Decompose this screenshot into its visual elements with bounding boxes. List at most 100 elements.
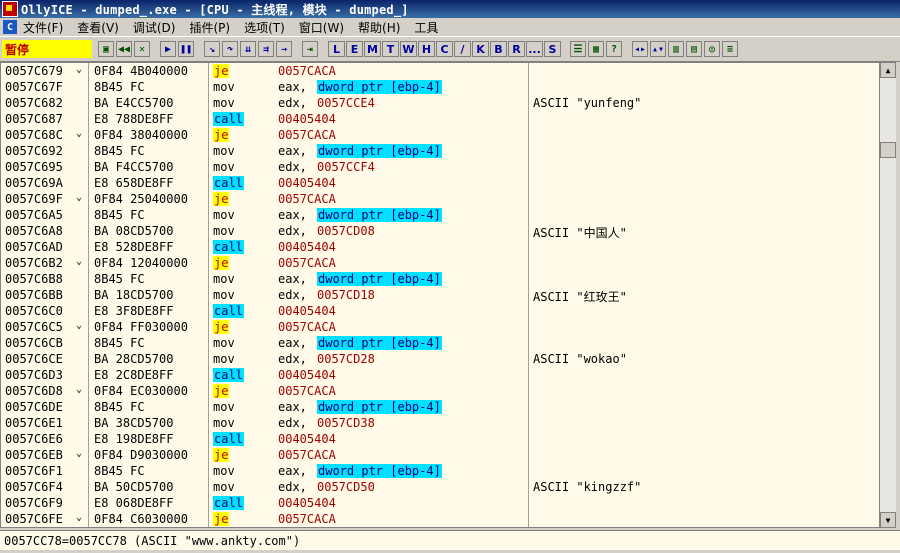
disasm-row[interactable]: 0057C6CE BA 28CD5700 mov edx, 0057CD28 ASCII … <box>1 351 879 367</box>
call-stack-window-button[interactable]: K <box>472 41 489 57</box>
mnemonic-cell: mov <box>213 464 235 478</box>
disasm-row[interactable]: 0057C6C0 E8 3F8DE8FF call 00405404 <box>1 303 879 319</box>
disasm-row[interactable]: 0057C69F ⌄ 0F84 25040000 je 0057CACA <box>1 191 879 207</box>
menu-file[interactable]: 文件(F) <box>23 19 63 36</box>
pause-icon[interactable]: ❚❚ <box>178 41 194 57</box>
operand-cell: 00405404 <box>278 112 336 126</box>
patches-window-button[interactable]: / <box>454 41 471 57</box>
menu-view[interactable]: 查看(V) <box>77 19 119 36</box>
run-icon[interactable]: ▶ <box>160 41 176 57</box>
plugin-icon-2[interactable]: ▤ <box>686 41 702 57</box>
threads-window-button[interactable]: T <box>382 41 399 57</box>
operand-cell: 0057CD28 <box>317 352 375 366</box>
disasm-row[interactable]: 0057C6EB ⌄ 0F84 D9030000 je 0057CACA <box>1 447 879 463</box>
disasm-row[interactable]: 0057C692 8B45 FC mov eax, dword ptr [ebp-4] <box>1 143 879 159</box>
address-cell: 0057C687 <box>5 112 63 126</box>
disasm-row[interactable]: 0057C6D3 E8 2C8DE8FF call 00405404 <box>1 367 879 383</box>
left-right-arrows-icon[interactable]: ◂▸ <box>632 41 648 57</box>
operand-cell: dword ptr [ebp-4] <box>317 336 442 350</box>
disasm-row[interactable]: 0057C682 BA E4CC5700 mov edx, 0057CCE4 ASCII … <box>1 95 879 111</box>
up-down-arrows-icon[interactable]: ▴▾ <box>650 41 666 57</box>
disasm-row[interactable]: 0057C6F9 E8 068DE8FF call 00405404 <box>1 495 879 511</box>
disasm-row[interactable]: 0057C6E1 BA 38CD5700 mov edx, 0057CD38 <box>1 415 879 431</box>
disasm-row[interactable]: 0057C6B8 8B45 FC mov eax, dword ptr [ebp-4] <box>1 271 879 287</box>
disassembly-pane[interactable]: 0057C679 ⌄ 0F84 4B040000 je 0057CACA 0057C67F… <box>0 62 880 528</box>
address-cell: 0057C692 <box>5 144 63 158</box>
log-window-button[interactable]: L <box>328 41 345 57</box>
disasm-row[interactable]: 0057C6CB 8B45 FC mov eax, dword ptr [ebp-4] <box>1 335 879 351</box>
list-view-icon[interactable]: ☰ <box>570 41 586 57</box>
disasm-row[interactable]: 0057C67F 8B45 FC mov eax, dword ptr [ebp-4] <box>1 79 879 95</box>
handles-window-button[interactable]: H <box>418 41 435 57</box>
operand-cell: 0057CACA <box>278 320 336 334</box>
open-icon[interactable]: ▣ <box>98 41 114 57</box>
memory-window-button[interactable]: M <box>364 41 381 57</box>
address-cell: 0057C69F <box>5 192 63 206</box>
disasm-row[interactable]: 0057C6A5 8B45 FC mov eax, dword ptr [ebp-4] <box>1 207 879 223</box>
disasm-row[interactable]: 0057C6D8 ⌄ 0F84 EC030000 je 0057CACA <box>1 383 879 399</box>
trace-into-icon[interactable]: ⇊ <box>240 41 256 57</box>
close-process-icon[interactable]: ✕ <box>134 41 150 57</box>
hex-bytes-cell: 0F84 25040000 <box>94 192 188 206</box>
help-icon[interactable]: ? <box>606 41 622 57</box>
address-cell: 0057C6FE <box>5 512 63 526</box>
scroll-up-icon[interactable]: ▲ <box>880 62 896 78</box>
menu-options[interactable]: 选项(T) <box>244 19 285 36</box>
cpu-window-icon[interactable]: C <box>3 20 17 34</box>
modules-window-button[interactable]: E <box>346 41 363 57</box>
plugin-icon-1[interactable]: ▥ <box>668 41 684 57</box>
run-trace-window-button[interactable]: ... <box>526 41 543 57</box>
windows-window-button[interactable]: W <box>400 41 417 57</box>
menu-window[interactable]: 窗口(W) <box>299 19 344 36</box>
menu-plugins[interactable]: 插件(P) <box>189 19 230 36</box>
scroll-thumb[interactable] <box>880 142 896 158</box>
disasm-row[interactable]: 0057C6F1 8B45 FC mov eax, dword ptr [ebp-4] <box>1 463 879 479</box>
target-icon[interactable]: ◎ <box>704 41 720 57</box>
address-cell: 0057C6C5 <box>5 320 63 334</box>
grid-view-icon[interactable]: ▦ <box>588 41 604 57</box>
comment-cell: ASCII "kingzzf" <box>533 480 642 494</box>
disasm-row[interactable]: 0057C687 E8 788DE8FF call 00405404 <box>1 111 879 127</box>
restart-icon[interactable]: ◀◀ <box>116 41 132 57</box>
disasm-row[interactable]: 0057C6FE ⌄ 0F84 C6030000 je 0057CACA <box>1 511 879 527</box>
execute-till-return-icon[interactable]: → <box>276 41 292 57</box>
address-cell: 0057C67F <box>5 80 63 94</box>
breakpoints-window-button[interactable]: B <box>490 41 507 57</box>
disasm-row[interactable]: 0057C679 ⌄ 0F84 4B040000 je 0057CACA <box>1 63 879 79</box>
references-window-button[interactable]: R <box>508 41 525 57</box>
goto-icon[interactable]: ⇥ <box>302 41 318 57</box>
operand-cell: eax, <box>278 144 307 158</box>
menu-lines-icon[interactable]: ≡ <box>722 41 738 57</box>
disasm-row[interactable]: 0057C6DE 8B45 FC mov eax, dword ptr [ebp-4] <box>1 399 879 415</box>
disasm-row[interactable]: 0057C6BB BA 18CD5700 mov edx, 0057CD18 ASCII … <box>1 287 879 304</box>
disasm-row[interactable]: 0057C6A8 BA 08CD5700 mov edx, 0057CD08 ASCII … <box>1 223 879 240</box>
disasm-row[interactable]: 0057C6AD E8 528DE8FF call 00405404 <box>1 239 879 255</box>
vertical-scrollbar[interactable]: ▲ ▼ <box>880 62 896 528</box>
disasm-row[interactable]: 0057C695 BA F4CC5700 mov edx, 0057CCF4 <box>1 159 879 175</box>
hex-bytes-cell: E8 068DE8FF <box>94 496 174 510</box>
jump-arrow-icon: ⌄ <box>76 384 83 395</box>
cpu-window-button[interactable]: C <box>436 41 453 57</box>
hex-bytes-cell: E8 198DE8FF <box>94 432 174 446</box>
disasm-row[interactable]: 0057C6E6 E8 198DE8FF call 00405404 <box>1 431 879 447</box>
operand-cell: eax, <box>278 208 307 222</box>
jump-arrow-icon: ⌄ <box>76 64 83 75</box>
step-over-icon[interactable]: ↷ <box>222 41 238 57</box>
menu-help[interactable]: 帮助(H) <box>358 19 400 36</box>
menu-tools[interactable]: 工具 <box>414 19 438 36</box>
disasm-row[interactable]: 0057C68C ⌄ 0F84 38040000 je 0057CACA <box>1 127 879 143</box>
disasm-row[interactable]: 0057C6B2 ⌄ 0F84 12040000 je 0057CACA <box>1 255 879 271</box>
disasm-row[interactable]: 0057C6C5 ⌄ 0F84 FF030000 je 0057CACA <box>1 319 879 335</box>
trace-over-icon[interactable]: ⇉ <box>258 41 274 57</box>
address-cell: 0057C679 <box>5 64 63 78</box>
disasm-row[interactable]: 0057C6F4 BA 50CD5700 mov edx, 0057CD50 ASCII … <box>1 479 879 495</box>
step-into-icon[interactable]: ↘ <box>204 41 220 57</box>
hex-bytes-cell: 0F84 FF030000 <box>94 320 188 334</box>
scroll-down-icon[interactable]: ▼ <box>880 512 896 528</box>
source-window-button[interactable]: S <box>544 41 561 57</box>
disasm-row[interactable]: 0057C69A E8 658DE8FF call 00405404 <box>1 175 879 191</box>
menu-debug[interactable]: 调试(D) <box>133 19 176 36</box>
window-title: OllyICE - dumped_.exe - [CPU - 主线程, 模块 -… <box>21 2 409 17</box>
operand-cell: 0057CACA <box>278 512 336 526</box>
address-cell: 0057C6F1 <box>5 464 63 478</box>
